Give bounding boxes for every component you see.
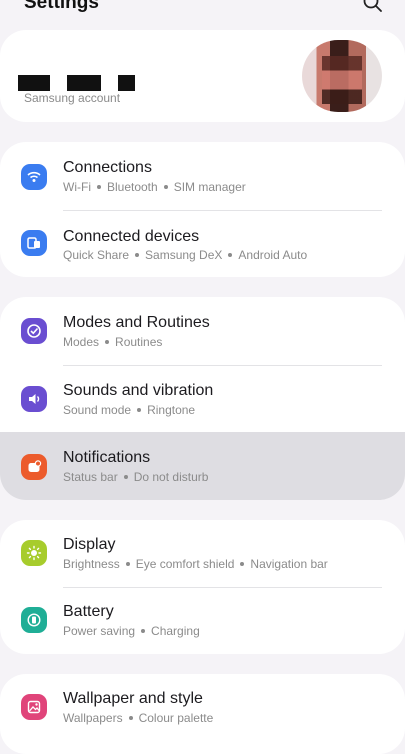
- settings-item-display[interactable]: Display Brightness Eye comfort shield Navi…: [0, 520, 405, 587]
- top-bar: Settings: [0, 0, 405, 30]
- settings-item-subtitle: Modes Routines: [63, 335, 163, 349]
- settings-group-connectivity: Connections Wi-Fi Bluetooth SIM manager Co…: [0, 142, 405, 277]
- notification-icon: [21, 454, 47, 480]
- settings-item-subtitle: Sound mode Ringtone: [63, 403, 196, 417]
- check-circle-icon: [21, 318, 47, 344]
- settings-item-modes-routines[interactable]: Modes and Routines Modes Routines: [0, 297, 405, 364]
- settings-item-wallpaper-style[interactable]: Wallpaper and style Wallpapers Colour pal…: [0, 674, 405, 741]
- search-icon: [363, 0, 382, 12]
- settings-item-label: Display: [63, 536, 116, 553]
- redacted-name-block: [118, 75, 135, 91]
- settings-item-label: Sounds and vibration: [63, 382, 214, 399]
- settings-item-label: Battery: [63, 603, 114, 620]
- settings-item-subtitle: Quick Share Samsung DeX Android Auto: [63, 248, 308, 262]
- settings-item-subtitle: Wi-Fi Bluetooth SIM manager: [63, 180, 246, 194]
- settings-item-connected-devices[interactable]: Connected devices Quick Share Samsung DeX…: [0, 210, 405, 277]
- account-subtitle: Samsung account: [24, 91, 121, 105]
- settings-item-label: Modes and Routines: [63, 314, 210, 331]
- settings-item-subtitle: Status bar Do not disturb: [63, 470, 209, 484]
- settings-item-label: Notifications: [63, 449, 151, 466]
- settings-item-subtitle: Wallpapers Colour palette: [63, 711, 214, 725]
- redacted-name-block: [67, 75, 101, 91]
- devices-icon: [21, 230, 47, 256]
- search-button[interactable]: [362, 0, 384, 14]
- wifi-icon: [21, 164, 47, 190]
- image-icon: [21, 694, 47, 720]
- redacted-name-block: [18, 75, 50, 91]
- avatar[interactable]: [302, 40, 382, 112]
- page-title: Settings: [24, 0, 99, 13]
- settings-item-label: Connected devices: [63, 228, 200, 245]
- speaker-icon: [21, 386, 47, 412]
- battery-icon: [21, 607, 47, 633]
- settings-group-modes-sounds: Modes and Routines Modes Routines Sounds …: [0, 297, 405, 500]
- settings-item-label: Wallpaper and style: [63, 690, 203, 707]
- settings-item-connections[interactable]: Connections Wi-Fi Bluetooth SIM manager: [0, 142, 405, 209]
- settings-group-display-battery: Display Brightness Eye comfort shield Navi…: [0, 520, 405, 654]
- settings-item-subtitle: Brightness Eye comfort shield Navigation b…: [63, 557, 328, 571]
- settings-group-wallpaper: Wallpaper and style Wallpapers Colour pal…: [0, 674, 405, 754]
- sun-icon: [21, 540, 47, 566]
- settings-item-battery[interactable]: Battery Power saving Charging: [0, 587, 405, 654]
- settings-item-notifications[interactable]: Notifications Status bar Do not disturb: [0, 432, 405, 500]
- settings-item-label: Connections: [63, 159, 152, 176]
- settings-item-subtitle: Power saving Charging: [63, 624, 200, 638]
- settings-item-sounds-vibration[interactable]: Sounds and vibration Sound mode Ringtone: [0, 365, 405, 432]
